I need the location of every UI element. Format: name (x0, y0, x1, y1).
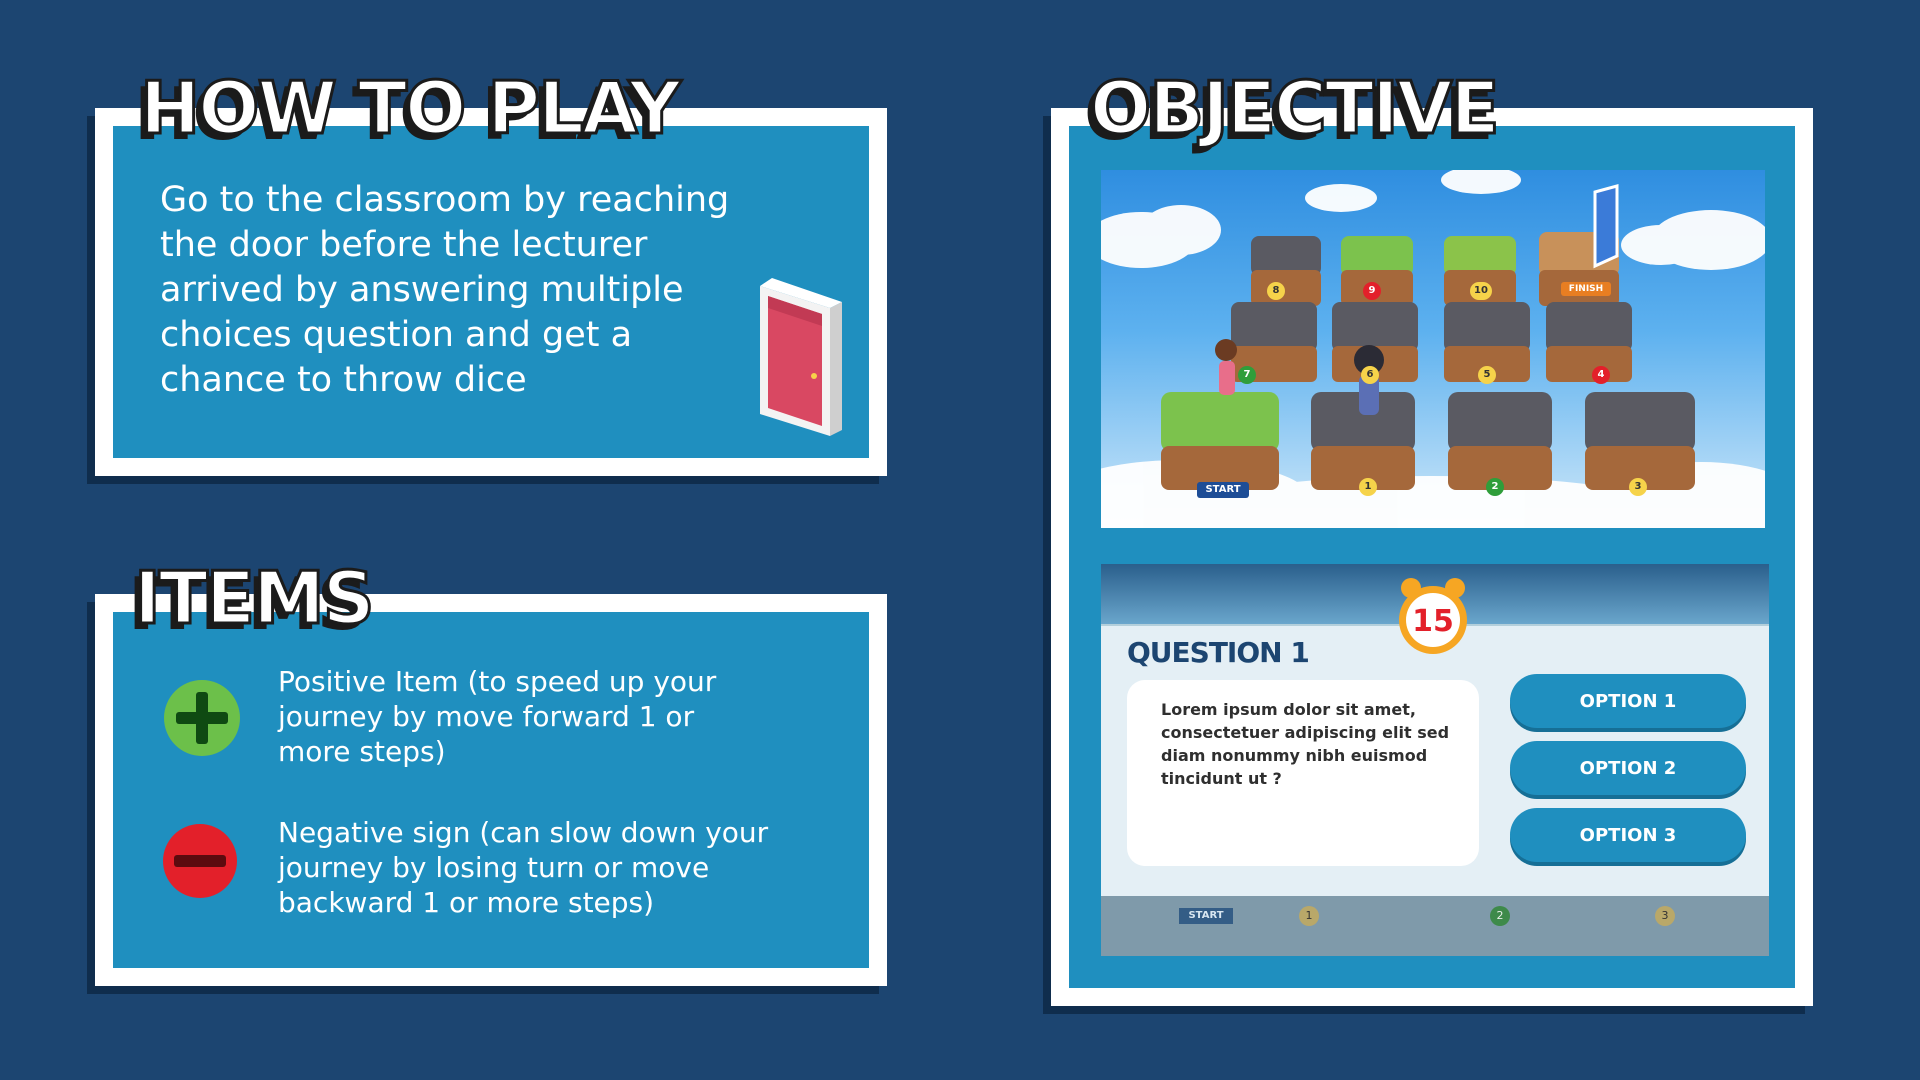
how-to-play-line: choices question and get a (160, 315, 633, 355)
negative-item-line: journey by losing turn or move (278, 851, 710, 884)
timer-value: 15 (1412, 604, 1454, 639)
strip-start-label: START (1179, 908, 1233, 924)
strip-number: 3 (1655, 906, 1675, 926)
positive-item-text: Positive Item (to speed up your journey … (278, 664, 858, 769)
tile-number: 9 (1363, 282, 1381, 300)
how-to-play-heading: HOW TO PLAY (139, 66, 683, 150)
quiz-title: QUESTION 1 (1127, 636, 1310, 669)
objective-heading: OBJECTIVE (1089, 66, 1502, 150)
option-3-button[interactable]: OPTION 3 (1510, 808, 1746, 862)
how-to-play-line: the door before the lecturer (160, 225, 648, 265)
finish-label: FINISH (1561, 282, 1611, 296)
tile (1585, 392, 1695, 490)
question-line: Lorem ipsum dolor sit amet, (1161, 700, 1416, 719)
items-heading: ITEMS (133, 556, 377, 640)
tile (1251, 236, 1321, 306)
minus-icon (163, 824, 237, 898)
bottom-board-strip (1101, 896, 1769, 956)
how-to-play-text: Go to the classroom by reaching the door… (160, 178, 800, 403)
positive-item-line: more steps) (278, 735, 446, 768)
negative-item-text: Negative sign (can slow down your journe… (278, 815, 858, 920)
question-box: Lorem ipsum dolor sit amet, consectetuer… (1127, 680, 1479, 866)
start-label: START (1197, 482, 1249, 498)
board-scene (1101, 170, 1765, 528)
how-to-play-line: Go to the classroom by reaching (160, 180, 730, 220)
question-line: diam nonummy nibh euismod (1161, 746, 1428, 765)
positive-item-line: Positive Item (to speed up your (278, 665, 717, 698)
tile-number: 2 (1486, 478, 1504, 496)
board-tiles (1161, 232, 1695, 490)
quiz-preview: QUESTION 1 Lorem ipsum dolor sit amet, c… (1101, 564, 1769, 956)
tile-number: 7 (1238, 366, 1256, 384)
finish-door-icon (1593, 184, 1619, 269)
lecturer-character-icon (1215, 339, 1237, 395)
negative-item-line: Negative sign (can slow down your (278, 816, 769, 849)
question-line: tincidunt ut ? (1161, 769, 1282, 788)
how-to-play-line: arrived by answering multiple (160, 270, 684, 310)
how-to-play-line: chance to throw dice (160, 360, 527, 400)
positive-item-line: journey by move forward 1 or (278, 700, 695, 733)
strip-number: 2 (1490, 906, 1510, 926)
plus-icon (164, 680, 240, 756)
game-board-preview: START FINISH 1 2 3 4 5 6 7 8 9 10 (1101, 170, 1765, 528)
tile-number: 1 (1359, 478, 1377, 496)
tile-number: 4 (1592, 366, 1610, 384)
negative-item-line: backward 1 or more steps) (278, 886, 655, 919)
door-icon (760, 278, 842, 436)
tile-number: 3 (1629, 478, 1647, 496)
option-1-button[interactable]: OPTION 1 (1510, 674, 1746, 728)
tile-number: 8 (1267, 282, 1285, 300)
tile-number: 10 (1470, 282, 1492, 300)
question-line: consectetuer adipiscing elit sed (1161, 723, 1450, 742)
tile-number: 6 (1361, 366, 1379, 384)
strip-number: 1 (1299, 906, 1319, 926)
tile (1161, 392, 1279, 490)
option-2-button[interactable]: OPTION 2 (1510, 741, 1746, 795)
items-panel (95, 594, 887, 986)
tile (1546, 302, 1632, 382)
tile (1448, 392, 1552, 490)
tile-number: 5 (1478, 366, 1496, 384)
